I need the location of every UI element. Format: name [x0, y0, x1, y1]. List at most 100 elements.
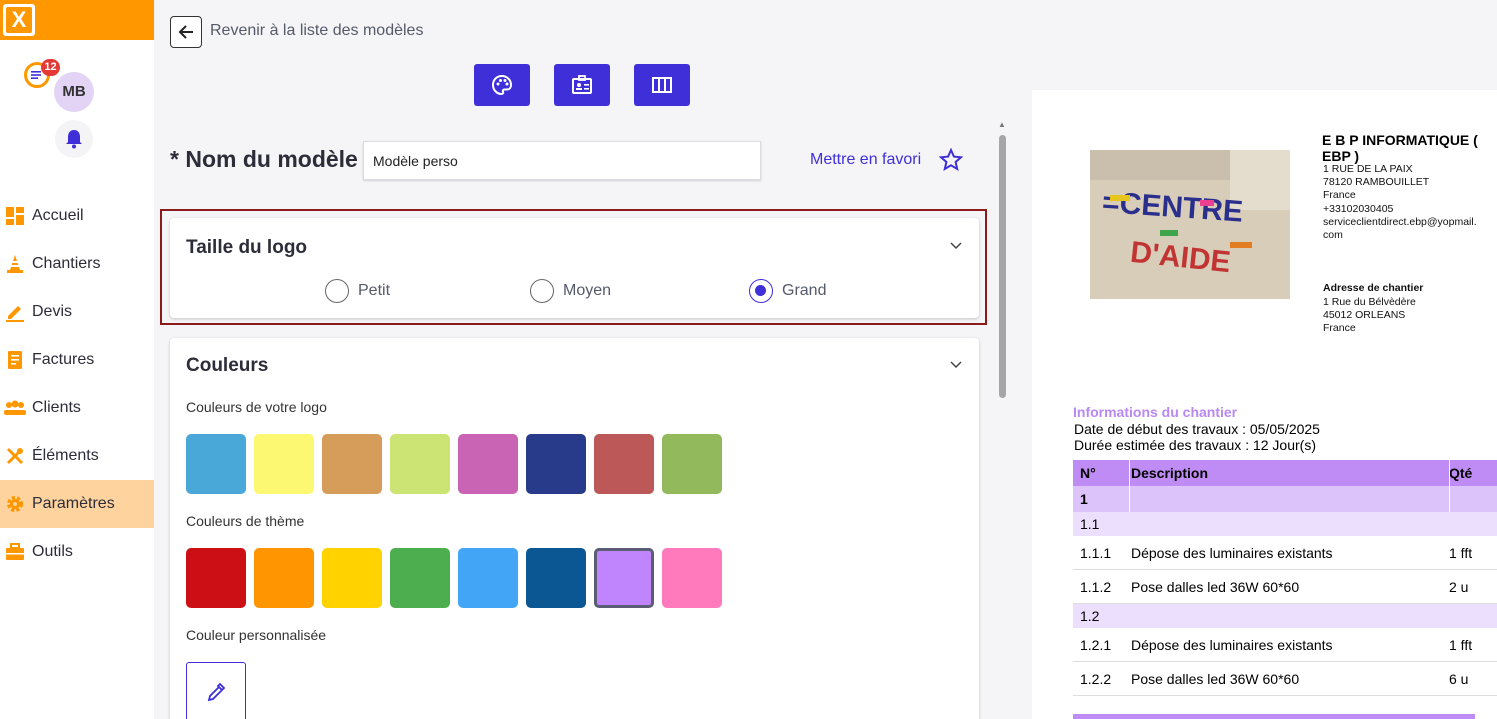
id-card-icon: [572, 75, 592, 94]
sidebar-item-chantiers[interactable]: Chantiers: [0, 240, 154, 288]
columns-icon: [652, 77, 672, 93]
radio-circle[interactable]: [749, 279, 773, 303]
brand-logo[interactable]: X: [3, 4, 35, 36]
header-settings-button[interactable]: [554, 64, 610, 106]
logo-color-swatch[interactable]: [390, 434, 450, 494]
cell-qty: 1 fft: [1449, 544, 1473, 561]
table-row: 1: [1073, 486, 1497, 512]
columns-button[interactable]: [634, 64, 690, 106]
back-link[interactable]: Revenir à la liste des modèles: [210, 22, 423, 40]
table-column-divider: [1129, 460, 1130, 512]
brand-bar: X: [0, 0, 154, 40]
theme-color-swatch[interactable]: [458, 548, 518, 608]
preview-company-line: 1 RUE DE LA PAIX: [1323, 163, 1413, 175]
theme-button[interactable]: [474, 64, 530, 106]
preview-site-address-line: France: [1323, 322, 1356, 334]
table-row: 1.1.1 Dépose des luminaires existants 1 ff…: [1073, 536, 1497, 570]
preview-footer-bar: [1073, 714, 1475, 719]
cell-no: 1.2.2: [1080, 670, 1112, 687]
chevron-down-icon[interactable]: [950, 242, 962, 250]
preview-logo-image: =CENTRE D'AIDE: [1090, 150, 1290, 299]
brand-letter: X: [6, 7, 32, 33]
theme-color-swatch[interactable]: [526, 548, 586, 608]
radio-label: Grand: [782, 282, 827, 299]
preview-site-address-title: Adresse de chantier: [1323, 282, 1424, 294]
gear-icon: [4, 493, 26, 515]
preview-company-line: +33102030405: [1323, 203, 1394, 215]
custom-color-label: Couleur personnalisée: [186, 627, 327, 643]
logo-color-swatch[interactable]: [458, 434, 518, 494]
cell-no: 1.1: [1080, 516, 1100, 532]
cell-no: 1.2: [1080, 608, 1100, 624]
radio-label: Moyen: [563, 282, 612, 299]
cell-description: Dépose des luminaires existants: [1131, 544, 1333, 561]
theme-color-swatch[interactable]: [186, 548, 246, 608]
scroll-up-arrow[interactable]: ▲: [998, 120, 1006, 129]
sidebar-item-parametres[interactable]: Paramètres: [0, 480, 154, 528]
logo-color-swatch[interactable]: [594, 434, 654, 494]
cell-no: 1.2.1: [1080, 636, 1112, 653]
cell-no: 1.1.2: [1080, 578, 1112, 595]
preview-company-line: com: [1323, 229, 1343, 241]
cell-no: 1: [1080, 491, 1088, 507]
sidebar-item-label: Clients: [32, 399, 81, 416]
notifications-button[interactable]: [55, 120, 93, 158]
tools-icon: [4, 445, 26, 467]
theme-color-swatch[interactable]: [254, 548, 314, 608]
logo-color-swatch[interactable]: [254, 434, 314, 494]
radio-moyen[interactable]: Moyen: [530, 279, 611, 303]
centre-aide-logo: =CENTRE D'AIDE: [1090, 150, 1290, 299]
radio-petit[interactable]: Petit: [325, 279, 390, 303]
sidebar-item-label: Éléments: [32, 447, 99, 464]
logo-color-swatch[interactable]: [186, 434, 246, 494]
sidebar-item-label: Devis: [32, 303, 73, 320]
preview-company-name: E B P INFORMATIQUE ( EBP ): [1322, 132, 1478, 164]
logo-color-swatch[interactable]: [322, 434, 382, 494]
sidebar-item-elements[interactable]: Éléments: [0, 432, 154, 480]
custom-color-button[interactable]: [186, 662, 246, 719]
colors-title: Couleurs: [186, 355, 269, 376]
document-preview: =CENTRE D'AIDE E B P INFORMATIQUE ( EBP …: [1032, 90, 1497, 719]
radio-label: Petit: [358, 282, 391, 299]
model-name-label: * Nom du modèle: [170, 146, 358, 172]
table-row: 1.2.2 Pose dalles led 36W 60*60 6 u: [1073, 662, 1497, 696]
favorite-link[interactable]: Mettre en favori: [810, 151, 921, 169]
traffic-cone-icon: [4, 253, 26, 275]
table-row: 1.2: [1073, 604, 1497, 628]
scrollbar-thumb[interactable]: [999, 135, 1006, 398]
users-icon: [4, 397, 26, 419]
radio-circle[interactable]: [530, 279, 554, 303]
logo-colors-label: Couleurs de votre logo: [186, 399, 327, 415]
sidebar-item-label: Factures: [32, 351, 95, 368]
model-name-input[interactable]: [363, 141, 761, 180]
chevron-down-icon[interactable]: [950, 361, 962, 369]
sidebar-item-label: Accueil: [32, 207, 84, 224]
theme-color-swatch[interactable]: [662, 548, 722, 608]
sidebar-item-clients[interactable]: Clients: [0, 384, 154, 432]
preview-site-address-line: 1 Rue du Bélvèdère: [1323, 296, 1416, 308]
theme-color-swatch[interactable]: [594, 548, 654, 608]
sidebar: X 12 MB Accueil Chantiers Devis Factures…: [0, 0, 154, 719]
sidebar-item-outils[interactable]: Outils: [0, 528, 154, 576]
logo-color-swatch[interactable]: [526, 434, 586, 494]
star-icon[interactable]: [939, 148, 963, 172]
cell-qty: 6 u: [1449, 670, 1469, 687]
theme-color-swatch[interactable]: [390, 548, 450, 608]
preview-company-line: 78120 RAMBOUILLET: [1323, 176, 1430, 188]
bell-icon: [66, 130, 82, 149]
cell-no: 1.1.1: [1080, 544, 1112, 561]
radio-circle[interactable]: [325, 279, 349, 303]
logo-color-swatch[interactable]: [662, 434, 722, 494]
preview-info-line: Date de début des travaux : 05/05/2025: [1074, 421, 1320, 437]
palette-icon: [491, 74, 513, 96]
radio-grand[interactable]: Grand: [749, 279, 826, 303]
pencil-icon: [4, 301, 26, 323]
cell-description: Pose dalles led 36W 60*60: [1131, 670, 1300, 687]
colors-card: Couleurs Couleurs de votre logo Couleurs…: [170, 338, 979, 719]
sidebar-item-devis[interactable]: Devis: [0, 288, 154, 336]
sidebar-item-accueil[interactable]: Accueil: [0, 192, 154, 240]
avatar[interactable]: MB: [54, 72, 94, 112]
back-button[interactable]: [170, 16, 202, 48]
theme-color-swatch[interactable]: [322, 548, 382, 608]
sidebar-item-factures[interactable]: Factures: [0, 336, 154, 384]
